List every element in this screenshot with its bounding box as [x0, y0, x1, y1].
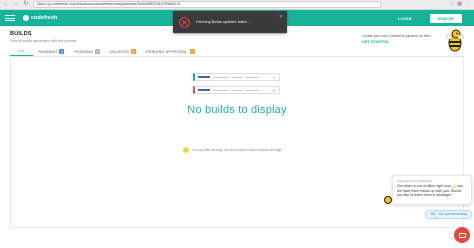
check-icon: ✓ — [272, 74, 276, 80]
tab-delayed[interactable]: DELAYED 0 — [105, 49, 141, 56]
error-toast: Fetching Builds updates failed... ✕ — [173, 11, 287, 33]
build-status-tabs: ALL RUNNING 0 PENDING 0 DELAYED 0 PENDIN… — [10, 47, 464, 57]
page-subtitle: View all builds associated with this pip… — [10, 39, 77, 43]
empty-state-illustration-row: ✕ — [193, 86, 280, 94]
count-badge: 0 — [95, 49, 101, 54]
chat-avatar — [384, 196, 392, 204]
codefresh-logo[interactable]: codefresh — [23, 15, 57, 21]
error-icon — [179, 16, 190, 28]
count-badge: 0 — [59, 49, 65, 54]
tab-label: ALL — [18, 49, 26, 53]
x-icon: ✕ — [272, 87, 276, 93]
extension-icon[interactable]: ▦ — [457, 0, 462, 9]
browser-toolbar: ← → ↻ https://g.codefresh.io/public/acco… — [0, 0, 474, 10]
login-button[interactable]: LOGIN — [398, 16, 412, 21]
count-badge: 0 — [189, 49, 195, 54]
empty-state-illustration-row: ✓ — [193, 73, 280, 81]
browser-nav: ← → ↻ — [2, 0, 30, 9]
chat-body: Our team is out of office right now 🌙 ca… — [397, 184, 463, 197]
reload-icon[interactable]: ↻ — [22, 0, 30, 9]
hamburger-menu-icon[interactable] — [5, 15, 15, 21]
hint-text: You can filter through all your builds t… — [192, 148, 282, 152]
close-icon[interactable]: ✕ — [279, 15, 283, 20]
lightbulb-icon — [183, 147, 189, 153]
chat-sender: Superhero from Codefresh — [397, 179, 433, 183]
tab-label: RUNNING — [38, 49, 58, 54]
tab-label: DELAYED — [110, 49, 129, 54]
chat-launcher-icon[interactable] — [454, 227, 470, 243]
chat-reply-no-button[interactable]: No, just browsing — [434, 210, 472, 219]
empty-state-message: No builds to display — [187, 104, 287, 116]
arrow-left-icon[interactable]: ← — [2, 0, 10, 9]
chat-message: Superhero from Codefresh Our team is out… — [392, 175, 472, 205]
menu-icon[interactable]: ⋮ — [465, 0, 470, 9]
tab-label: PENDING APPROVAL — [145, 49, 188, 54]
tab-pending-approval[interactable]: PENDING APPROVAL 0 — [141, 49, 200, 56]
star-icon[interactable]: ☆ — [450, 0, 454, 9]
filter-hint: You can filter through all your builds t… — [180, 144, 296, 156]
tab-all[interactable]: ALL — [10, 49, 34, 56]
tab-pending[interactable]: PENDING 0 — [69, 49, 105, 56]
tab-label: PENDING — [74, 49, 94, 54]
toast-message: Fetching Builds updates failed... — [196, 20, 250, 24]
arrow-right-icon[interactable]: → — [12, 0, 20, 9]
signup-button[interactable]: SIGN UP — [429, 13, 462, 23]
address-bar[interactable]: https://g.codefresh.io/public/accounts/r… — [33, 1, 381, 8]
logo-text: codefresh — [31, 15, 58, 21]
logo-mark-icon — [23, 15, 29, 21]
page-title: BUILDS — [10, 31, 32, 37]
tab-running[interactable]: RUNNING 0 — [33, 49, 69, 56]
count-badge: 0 — [131, 49, 136, 54]
